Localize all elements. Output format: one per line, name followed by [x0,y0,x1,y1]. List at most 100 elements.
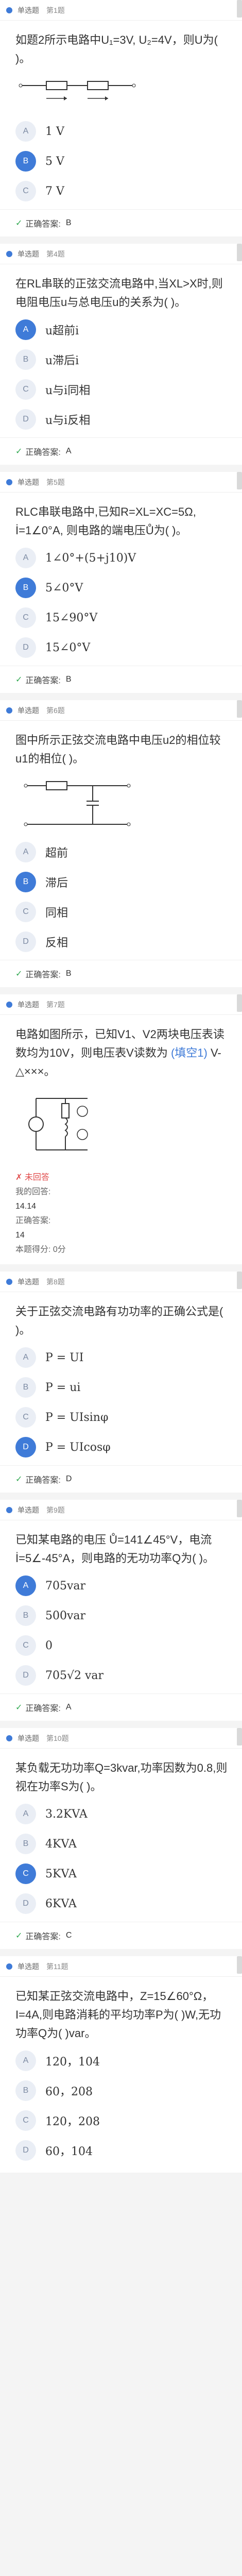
answer-option-b[interactable]: B 滞后 [0,867,242,897]
answer-option-d[interactable]: Du与i反相 [0,404,242,434]
question-number: 第7题 [46,1000,65,1009]
question-number: 第10题 [46,1734,69,1742]
option-text: 120，208 [45,2115,100,2128]
answer-option-b[interactable]: B 500var [0,1601,242,1631]
answer-option-c[interactable]: C 同相 [0,897,242,927]
correct-answer-label: 正确答案: [25,676,61,685]
answer-option-d[interactable]: D P = UIcosφ [0,1432,242,1462]
question-card: 单选题 第1题 如题2所示电路中U₁=3V, U₂=4V，则U为( )。 A 1 V B… [0,0,242,236]
option-letter: A [15,121,36,142]
question-stem: 如题2所示电路中U₁=3V, U₂=4V，则U为( )。 [15,33,218,65]
my-answer-label: 我的回答: [15,1188,51,1196]
question-card: 单选题 第8题 关于正弦交流电路有功功率的正确公式是( )。 A P = UI B P = … [0,1272,242,1493]
answer-option-b[interactable]: Bu滞后i [0,345,242,375]
scrollbar-thumb[interactable] [237,0,242,18]
option-letter: C [15,1635,36,1656]
option-text: 反相 [45,937,68,950]
option-text: 5KVA [45,1867,77,1880]
question-header: 单选题 第10题 [0,1728,242,1749]
question-number: 第4题 [46,249,65,258]
type-dot-icon [6,707,12,714]
scrollbar-thumb[interactable] [237,1500,242,1517]
question-stem: 电路如图所示，已知V1、V2两块电压表读数均为10V，则电压表V读数为 (填空1… [0,1015,242,1084]
answer-option-b[interactable]: B 4KVA [0,1829,242,1859]
question-header: 单选题 第4题 [0,244,242,264]
option-text: P = ui [45,1381,81,1394]
option-letter: B [15,872,36,892]
question-card: 单选题 第6题 图中所示正弦交流电路中电压u2的相位较u1的相位( )。 A 超前 B 滞… [0,700,242,987]
answer-option-b[interactable]: B 60，208 [0,2076,242,2106]
option-text: u滞后i [45,354,79,367]
check-icon: ✓ [15,1931,23,1940]
answer-option-d[interactable]: D 15∠0°V [0,633,242,663]
option-letter: B [15,151,36,172]
answer-option-c[interactable]: C 120，208 [0,2106,242,2136]
answer-option-d[interactable]: D 6KVA [0,1889,242,1919]
scrollbar-thumb[interactable] [237,1728,242,1745]
correct-answer: ✓ 正确答案: D [0,1465,242,1485]
option-text: 705√2 var [45,1669,104,1682]
scrollbar-thumb[interactable] [237,244,242,261]
scrollbar-thumb[interactable] [237,1956,242,1974]
scrollbar-thumb[interactable] [237,700,242,718]
option-letter: B [15,1605,36,1626]
option-text: 超前 [45,847,68,860]
answer-option-d[interactable]: D 60，104 [0,2136,242,2165]
circuit-figure [19,81,136,100]
correct-answer-label: 正确答案: [25,220,61,229]
check-icon: ✓ [15,447,23,456]
option-letter: B [15,1377,36,1398]
question-type: 单选题 [18,478,39,486]
question-type: 单选题 [18,1962,39,1971]
scrollbar-thumb[interactable] [237,472,242,489]
question-header: 单选题 第11题 [0,1956,242,1977]
option-letter: B [15,578,36,598]
question-stem: 在RL串联的正弦交流电路中,当XL>X时,则电阻电压u与总电压u的关系为( )。 [15,277,223,309]
answer-option-c[interactable]: C 7 V [0,176,242,206]
question-type: 单选题 [18,1734,39,1742]
answer-option-a[interactable]: A 1∠0°+(5+j10)V [0,543,242,573]
correct-answer-value: A [65,447,72,455]
question-type: 单选题 [18,1505,39,1514]
option-text: P = UIsinφ [45,1411,109,1424]
answer-option-b[interactable]: B 5∠0°V [0,573,242,603]
question-stem: RLC串联电路中,已知R=XL=XC=5Ω, İ=1∠0°A, 则电路的端电压Ů… [15,505,196,537]
option-letter: C [15,902,36,922]
option-letter: D [15,409,36,430]
option-text: 500var [45,1609,86,1622]
answer-option-b[interactable]: B 5 V [0,146,242,176]
option-text: 1 V [45,125,64,138]
answer-option-a[interactable]: A 3.2KVA [0,1799,242,1829]
answer-status: ✗ 未回答 [15,1173,49,1182]
check-icon: ✓ [15,675,23,684]
answer-option-c[interactable]: C 15∠90°V [0,603,242,633]
scrollbar-thumb[interactable] [237,1272,242,1289]
option-text: 3.2KVA [45,1807,88,1821]
answer-option-c[interactable]: C 5KVA [0,1859,242,1889]
question-card: 单选题 第4题在RL串联的正弦交流电路中,当XL>X时,则电阻电压u与总电压u的关… [0,244,242,465]
answer-option-b[interactable]: B P = ui [0,1372,242,1402]
question-number: 第8题 [46,1277,65,1286]
option-letter: D [15,1437,36,1458]
answer-option-a[interactable]: A 1 V [0,116,242,146]
scrollbar-thumb[interactable] [237,994,242,1012]
option-letter: A [15,548,36,568]
check-icon: ✓ [15,1475,23,1484]
answer-option-d[interactable]: D 705√2 var [0,1660,242,1690]
answer-option-a[interactable]: A 超前 [0,837,242,867]
answer-option-c[interactable]: C0 [0,1631,242,1660]
option-text: 4KVA [45,1837,77,1851]
answer-option-a[interactable]: A 705var [0,1571,242,1601]
answer-option-d[interactable]: D 反相 [0,927,242,957]
correct-answer-label: 正确答案: [25,1704,61,1713]
answer-option-a[interactable]: A P = UI [0,1343,242,1372]
correct-answer-label: 正确答案: [25,1476,61,1485]
option-text: 60，104 [45,2145,93,2158]
answer-option-c[interactable]: C P = UIsinφ [0,1402,242,1432]
answer-option-a[interactable]: Au超前i [0,315,242,345]
answer-option-c[interactable]: Cu与i同相 [0,375,242,404]
option-text: 705var [45,1579,86,1592]
fill-blank-hint[interactable]: (填空1) [171,1046,208,1059]
answer-option-a[interactable]: A 120，104 [0,2046,242,2076]
correct-answer-value: 14 [15,1231,25,1240]
